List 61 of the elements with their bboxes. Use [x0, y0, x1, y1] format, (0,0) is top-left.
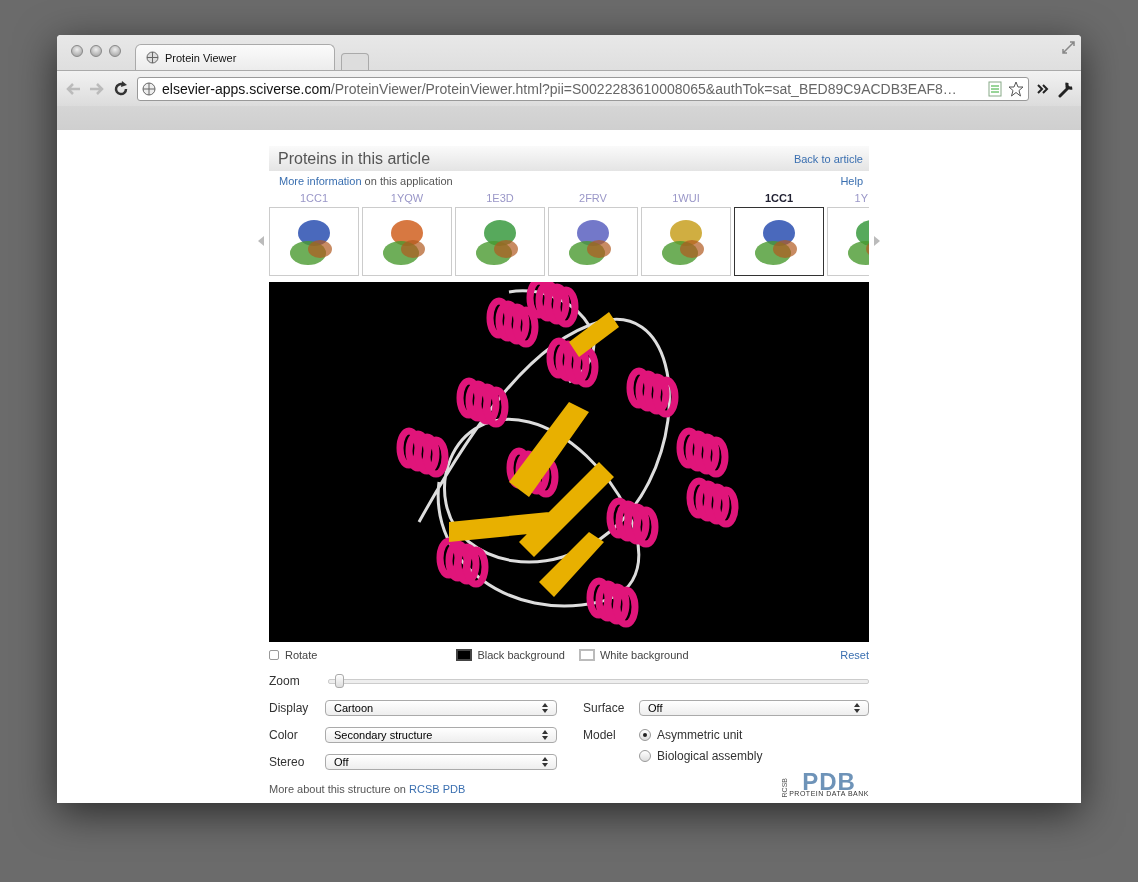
reload-icon[interactable]	[113, 80, 129, 97]
background-swatch[interactable]	[578, 649, 595, 661]
zoom-label: Zoom	[269, 674, 300, 688]
dropdown[interactable]: Cartoon	[325, 700, 557, 716]
fullscreen-icon[interactable]	[1062, 41, 1075, 54]
thumbnail-label: 1CC1	[299, 192, 329, 206]
radio-button[interactable]	[639, 729, 651, 741]
radio-label: Asymmetric unit	[657, 728, 743, 742]
info-text: More information on this application	[279, 175, 453, 187]
reset-link[interactable]: Reset	[840, 649, 869, 661]
background-swatch[interactable]	[456, 649, 473, 661]
slider-thumb[interactable]	[335, 673, 345, 688]
radio-button[interactable]	[639, 750, 651, 762]
thumbnail-label: 1Y	[853, 192, 869, 206]
updown-icon	[854, 703, 860, 713]
star-icon[interactable]	[1008, 80, 1024, 97]
minimize-window-button[interactable]	[90, 45, 102, 57]
thumbnail-label: 1YQW	[390, 192, 424, 206]
globe-icon	[146, 51, 159, 64]
logo-text: PDB	[802, 772, 856, 791]
thumbnail-label: 1WUI	[672, 192, 700, 206]
thumbnail-label: 2FRV	[579, 192, 607, 206]
right-arrow-icon[interactable]	[874, 236, 880, 246]
dropdown[interactable]: Off	[639, 700, 869, 716]
updown-icon	[542, 757, 548, 767]
background-label: White background	[599, 649, 689, 661]
updown-icon	[542, 703, 548, 713]
more-information-link[interactable]: More information	[279, 175, 362, 187]
thumbnail-label: 1E3D	[486, 192, 514, 206]
page-icon[interactable]	[988, 80, 1002, 97]
forward-arrow-icon[interactable]	[89, 81, 105, 96]
new-tab-button[interactable]	[341, 53, 369, 70]
protein-viewer-canvas[interactable]	[269, 282, 869, 642]
setting-label: Color	[269, 728, 299, 742]
dropdown[interactable]: Secondary structure	[325, 727, 557, 743]
globe-icon	[142, 81, 156, 96]
checkbox[interactable]	[269, 650, 279, 660]
thumbnail-label: 1CC1	[764, 192, 794, 206]
url-text: elsevier-apps.sciverse.com/ProteinViewer/ProteinViewer.html?pii=S0022283610008065&authTok=sat_BED89C9ACDB3EAF8…	[162, 80, 958, 97]
setting-label: Stereo	[269, 755, 306, 769]
rcsb-pdb-link[interactable]: RCSB PDB	[409, 783, 466, 795]
surface-label: Surface	[583, 701, 626, 715]
back-arrow-icon[interactable]	[65, 81, 81, 96]
setting-label: Display	[269, 701, 310, 715]
browser-tab[interactable]: Protein Viewer	[135, 44, 335, 70]
protein-thumbnail[interactable]	[734, 207, 824, 276]
footer-text: More about this structure on RCSB PDB	[269, 783, 466, 795]
chevron-icon[interactable]	[1037, 82, 1049, 95]
help-link[interactable]: Help	[840, 175, 863, 187]
background-label: Black background	[477, 649, 565, 661]
tab-title: Protein Viewer	[165, 51, 237, 64]
address-bar[interactable]: elsevier-apps.sciverse.com/ProteinViewer/ProteinViewer.html?pii=S0022283610008065&authTok=sat_BED89C9ACDB3EAF8…	[137, 76, 1029, 101]
model-label: Model	[583, 728, 617, 742]
section-title: Proteins in this article	[278, 149, 431, 168]
close-window-button[interactable]	[71, 45, 83, 57]
zoom-window-button[interactable]	[109, 45, 121, 57]
rotate-label: Rotate	[285, 649, 318, 661]
updown-icon	[542, 730, 548, 740]
dropdown[interactable]: Off	[325, 754, 557, 770]
radio-label: Biological assembly	[657, 749, 763, 763]
back-to-article-link[interactable]: Back to article	[793, 152, 863, 165]
